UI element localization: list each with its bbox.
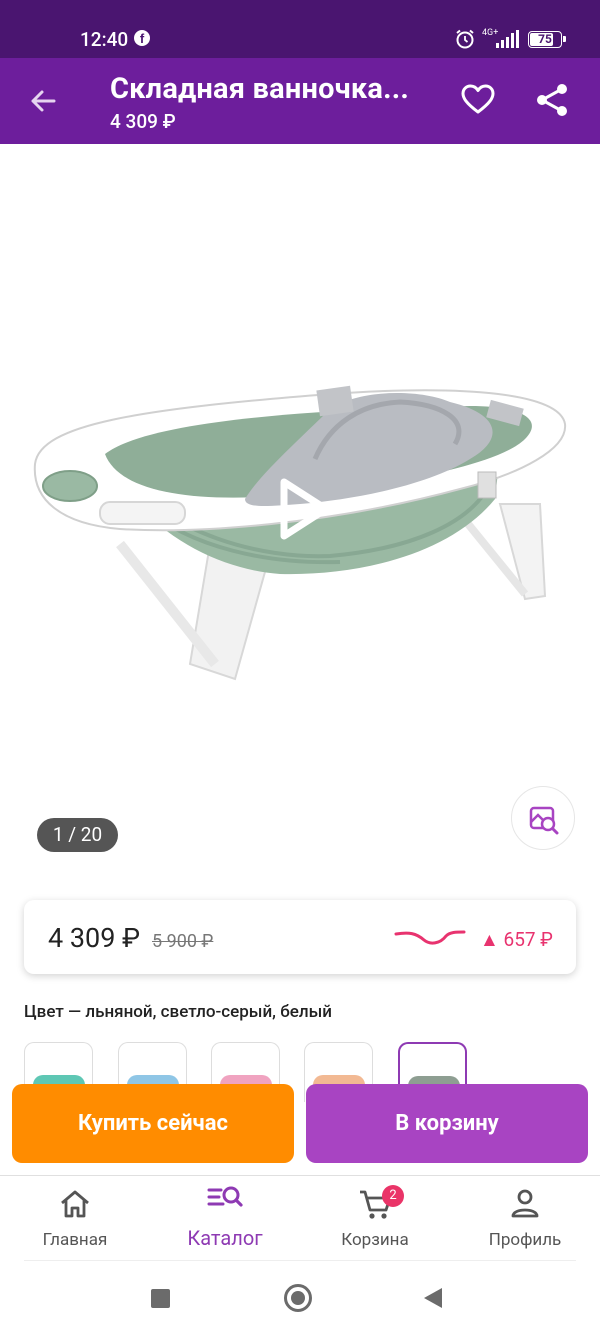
nav-cart[interactable]: 2 Корзина — [300, 1176, 450, 1258]
status-time: 12:40 — [80, 28, 129, 51]
facebook-icon: f — [134, 30, 150, 46]
visual-search-button[interactable] — [511, 786, 575, 850]
status-bar: 12:40 f 4G+ 75 — [0, 0, 600, 58]
battery-level: 75 — [538, 32, 552, 46]
add-to-cart-button[interactable]: В корзину — [306, 1084, 588, 1163]
system-back-icon[interactable] — [424, 1288, 442, 1308]
old-price: 5 900 ₽ — [152, 931, 214, 952]
catalog-search-icon — [207, 1186, 243, 1207]
price-trend-icon — [394, 930, 466, 945]
play-icon[interactable] — [272, 476, 334, 542]
color-label: Цвет — льняной, светло-серый, белый — [24, 1002, 332, 1022]
alarm-icon — [456, 29, 474, 49]
share-icon[interactable] — [534, 82, 570, 118]
home-button-icon[interactable] — [284, 1284, 312, 1312]
nav-catalog-label: Каталог — [187, 1226, 263, 1250]
header-price: 4 309 ₽ — [110, 110, 176, 133]
nav-divider — [24, 1260, 576, 1261]
nav-home-label: Главная — [42, 1230, 108, 1250]
current-price: 4 309 ₽ — [48, 922, 141, 954]
price-delta: ▲ 657 ₽ — [480, 928, 553, 951]
buy-now-button[interactable]: Купить сейчас — [12, 1084, 294, 1163]
price-card[interactable]: 4 309 ₽ 5 900 ₽ ▲ 657 ₽ — [24, 900, 576, 974]
nav-home[interactable]: Главная — [0, 1176, 150, 1258]
nav-profile[interactable]: Профиль — [450, 1176, 600, 1258]
heart-icon[interactable] — [460, 82, 496, 118]
cart-badge: 2 — [382, 1185, 404, 1207]
recent-apps-icon[interactable] — [151, 1289, 170, 1308]
signal-icon — [496, 30, 519, 48]
battery-icon: 75 — [528, 31, 566, 48]
system-navigation — [0, 1262, 600, 1332]
product-title: Складная ванночка... — [110, 72, 409, 106]
profile-icon — [511, 1189, 539, 1218]
nav-catalog[interactable]: Каталог — [150, 1176, 300, 1258]
image-counter: 1 / 20 — [37, 818, 118, 852]
bottom-navigation: Главная Каталог 2 Корзина Профиль — [0, 1176, 600, 1258]
app-bar: Складная ванночка... 4 309 ₽ — [0, 58, 600, 144]
image-search-icon — [529, 806, 559, 835]
back-arrow-icon[interactable] — [26, 84, 60, 118]
product-gallery[interactable]: 1 / 20 — [0, 144, 600, 884]
nav-cart-label: Корзина — [341, 1230, 409, 1250]
nav-profile-label: Профиль — [488, 1230, 562, 1250]
home-icon — [61, 1190, 89, 1218]
